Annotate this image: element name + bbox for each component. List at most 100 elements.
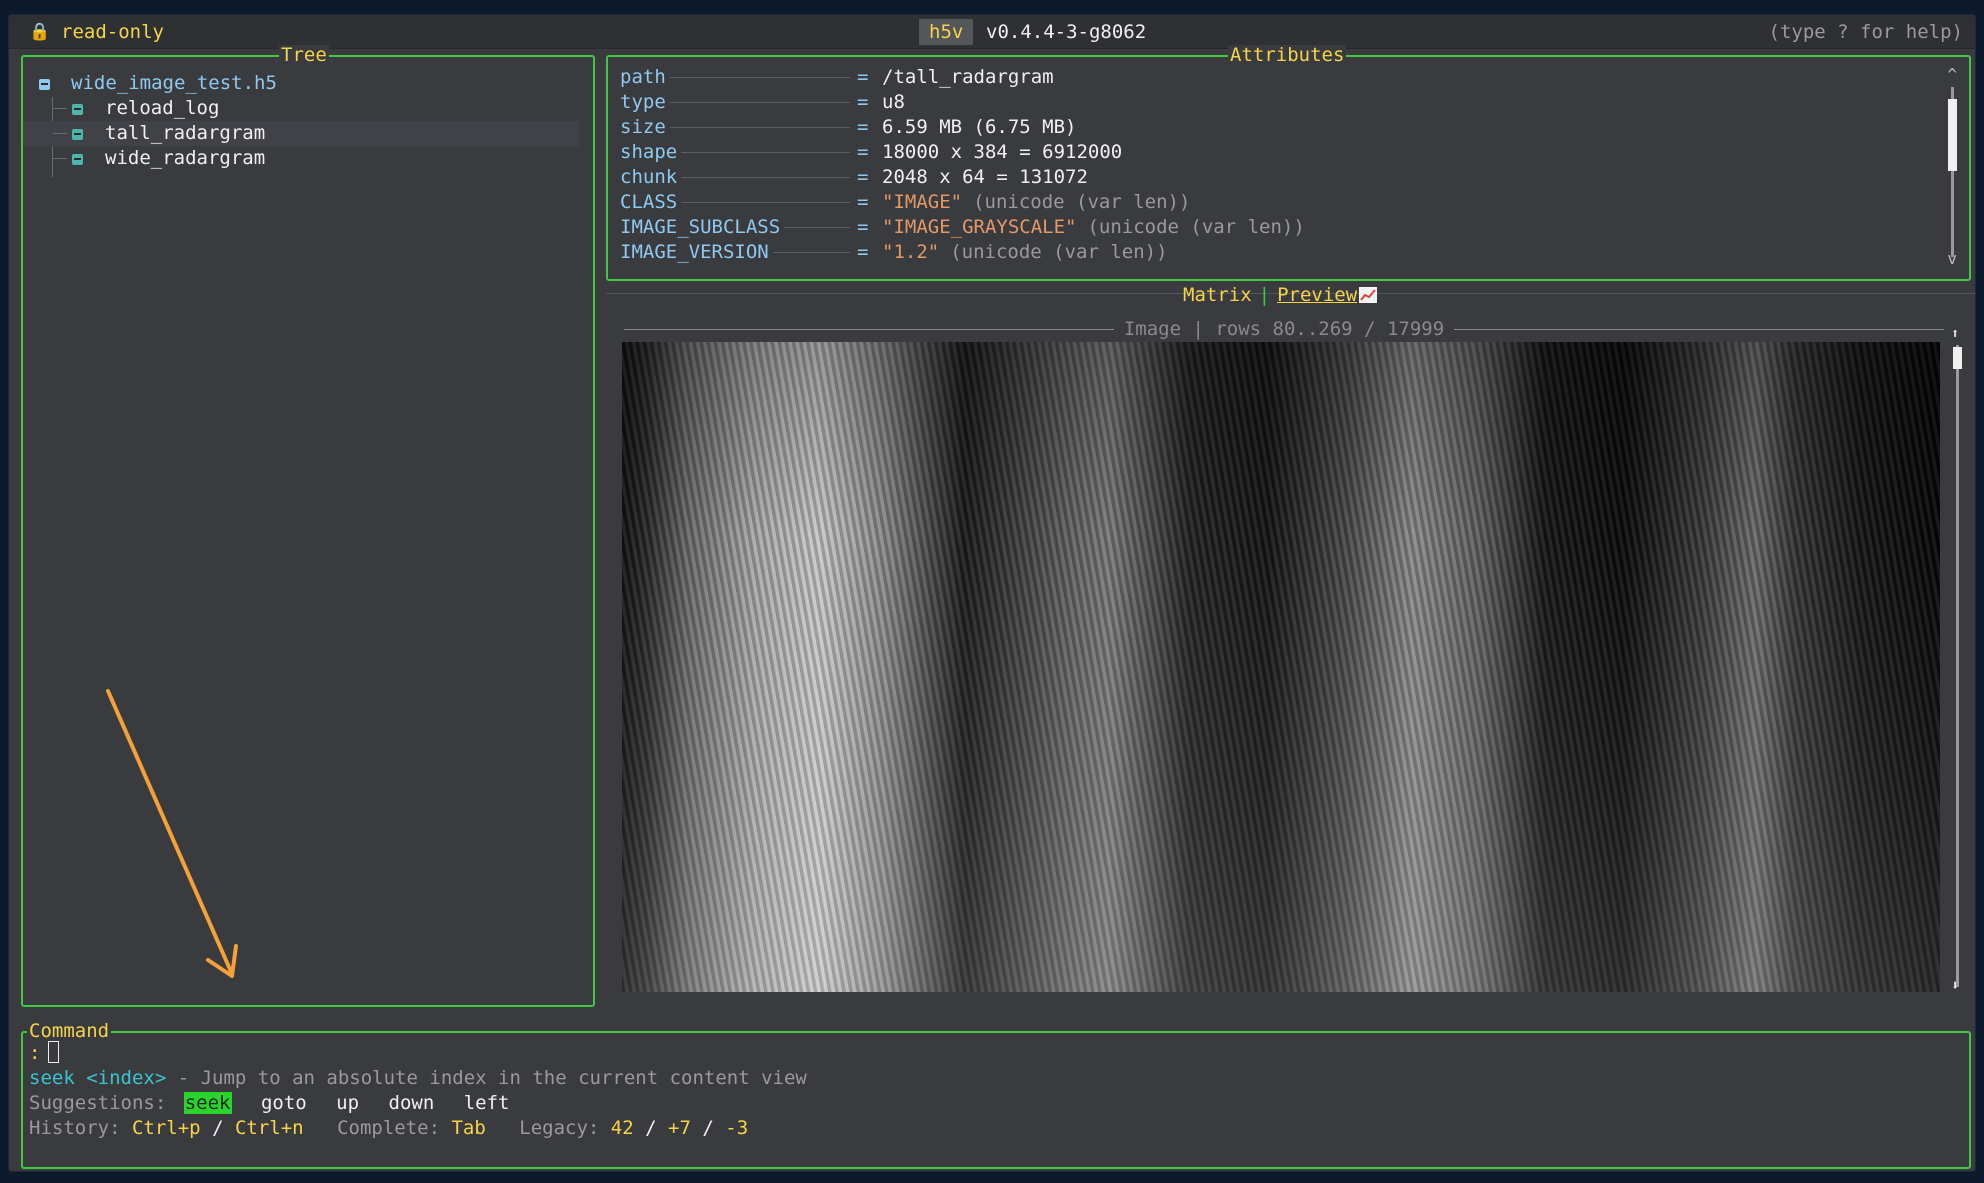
history-separator: / [212,1117,224,1139]
attributes-scrollbar-thumb[interactable] [1948,99,1957,171]
attribute-equals: = [857,216,869,238]
attribute-equals: = [857,166,869,188]
legacy-value-a: 42 [610,1117,634,1139]
scroll-up-arrow[interactable]: ^ [1947,65,1957,84]
image-header: Image | rows 80..269 / 17999 [624,317,1944,341]
tree-panel[interactable]: Tree wide_image_test.h5 reload_log tall_… [21,45,595,1007]
attribute-equals: = [857,191,869,213]
attribute-leader [773,252,850,253]
attribute-row: chunk = 2048 x 64 = 131072 [620,165,1920,190]
attributes-panel-title: Attributes [1228,44,1347,66]
attribute-value-text: /tall_radargram [882,66,1054,88]
attribute-value: /tall_radargram [882,65,1054,90]
attribute-leader [670,77,850,78]
app-window: 🔒 read-only h5v v0.4.4-3-g8062 (type ? f… [8,14,1976,1172]
attribute-equals: = [857,66,869,88]
attribute-equals: = [857,91,869,113]
scroll-down-arrow[interactable]: v [1947,249,1957,268]
tree-item-reload-log[interactable]: reload_log [23,96,579,121]
tree-branch [53,108,67,109]
attribute-value: "IMAGE" (unicode (var len)) [882,190,1190,215]
suggestion-up[interactable]: up [336,1092,359,1114]
attribute-equals: = [857,141,869,163]
attribute-leader [670,127,850,128]
complete-label: Complete: [337,1117,441,1139]
attribute-value: 18000 x 384 = 6912000 [882,140,1122,165]
legacy-separator: / [645,1117,657,1139]
attribute-value: 6.59 MB (6.75 MB) [882,115,1076,140]
attribute-leader [670,102,850,103]
command-hint: seek <index> - Jump to an absolute index… [29,1066,807,1091]
keybind-hints-row: History: Ctrl+p / Ctrl+n Complete: Tab L… [29,1116,748,1141]
attribute-value-text: 2048 x 64 = 131072 [882,166,1088,188]
attribute-key: type [620,91,666,113]
image-header-title: Image | rows 80..269 / 17999 [624,317,1944,341]
attribute-type: (unicode (var len)) [1087,216,1305,238]
tree-branch [53,158,67,159]
help-hint: (type ? for help) [1768,21,1963,43]
legacy-separator: / [702,1117,714,1139]
tree-root-label: wide_image_test.h5 [71,72,277,94]
attribute-value-text: 18000 x 384 = 6912000 [882,141,1123,163]
suggestion-down[interactable]: down [389,1092,435,1114]
attribute-value: u8 [882,90,905,115]
attribute-row: CLASS = "IMAGE" (unicode (var len)) [620,190,1920,215]
attribute-key: IMAGE_SUBCLASS [620,216,781,238]
attribute-type: (unicode (var len)) [950,241,1168,263]
attribute-row: shape = 18000 x 384 = 6912000 [620,140,1920,165]
image-scroll-down-arrow[interactable]: ⬇ [1951,979,1959,993]
tree-item-wide-radargram[interactable]: wide_radargram [23,146,579,171]
tab-matrix[interactable]: Matrix [1183,284,1252,306]
tree-panel-title: Tree [279,44,329,66]
chart-icon [1359,287,1378,303]
attribute-key: size [620,116,666,138]
attribute-key: IMAGE_VERSION [620,241,769,263]
history-prev-key: Ctrl+p [131,1117,201,1139]
suggestion-seek[interactable]: seek [183,1092,232,1114]
tab-preview[interactable]: Preview [1277,284,1357,306]
attribute-key: chunk [620,166,678,188]
attribute-value: 2048 x 64 = 131072 [882,165,1088,190]
history-next-key: Ctrl+n [234,1117,304,1139]
attribute-row: size = 6.59 MB (6.75 MB) [620,115,1920,140]
mode-indicator: read-only [61,21,164,43]
command-input[interactable] [48,1041,60,1063]
attribute-equals: = [857,116,869,138]
image-range-label: Image | rows 80..269 / 17999 [1113,318,1455,340]
attribute-leader [681,177,850,178]
attribute-row: type = u8 [620,90,1920,115]
attribute-value-text: "IMAGE_GRAYSCALE" [882,216,1077,238]
attribute-equals: = [857,241,869,263]
legacy-value-c: -3 [725,1117,749,1139]
attribute-key: shape [620,141,678,163]
tree-branch [53,133,67,134]
image-scrollbar-thumb[interactable] [1953,347,1962,369]
app-name-badge: h5v [919,19,974,45]
lock-icon: 🔒 [29,22,51,42]
command-panel[interactable]: Command : seek <index> - Jump to an abso… [21,1021,1971,1169]
hint-description: - Jump to an absolute index in the curre… [166,1067,807,1089]
attribute-row: path = /tall_radargram [620,65,1920,90]
attribute-row: IMAGE_SUBCLASS = "IMAGE_GRAYSCALE" (unicode… [620,215,1920,240]
attribute-value: "IMAGE_GRAYSCALE" (unicode (var len)) [882,215,1305,240]
attribute-value: "1.2" (unicode (var len)) [882,240,1168,265]
hint-command: seek <index> [29,1067,167,1089]
tree-item-tall-radargram[interactable]: tall_radargram [23,121,579,146]
image-scrollbar[interactable] [1956,345,1959,987]
image-scroll-up-arrow[interactable]: ⬆ [1951,327,1959,341]
radargram-image-preview[interactable] [622,342,1940,992]
attribute-row: IMAGE_VERSION = "1.2" (unicode (var len)) [620,240,1920,265]
attribute-key: path [620,66,666,88]
attribute-value-text: 6.59 MB (6.75 MB) [882,116,1077,138]
attribute-key: CLASS [620,191,678,213]
tree-item-label: tall_radargram [105,122,266,144]
legacy-label: Legacy: [519,1117,600,1139]
attributes-panel[interactable]: Attributes path =/tall_radargram type = u8 si… [606,45,1971,281]
suggestion-goto[interactable]: goto [261,1092,307,1114]
suggestion-left[interactable]: left [464,1092,510,1114]
tree-root-item[interactable]: wide_image_test.h5 [23,71,579,96]
legacy-value-b: +7 [668,1117,691,1139]
command-input-row[interactable]: : [29,1041,60,1066]
tree-item-label: reload_log [105,97,220,119]
tab-separator: | [1258,284,1271,306]
